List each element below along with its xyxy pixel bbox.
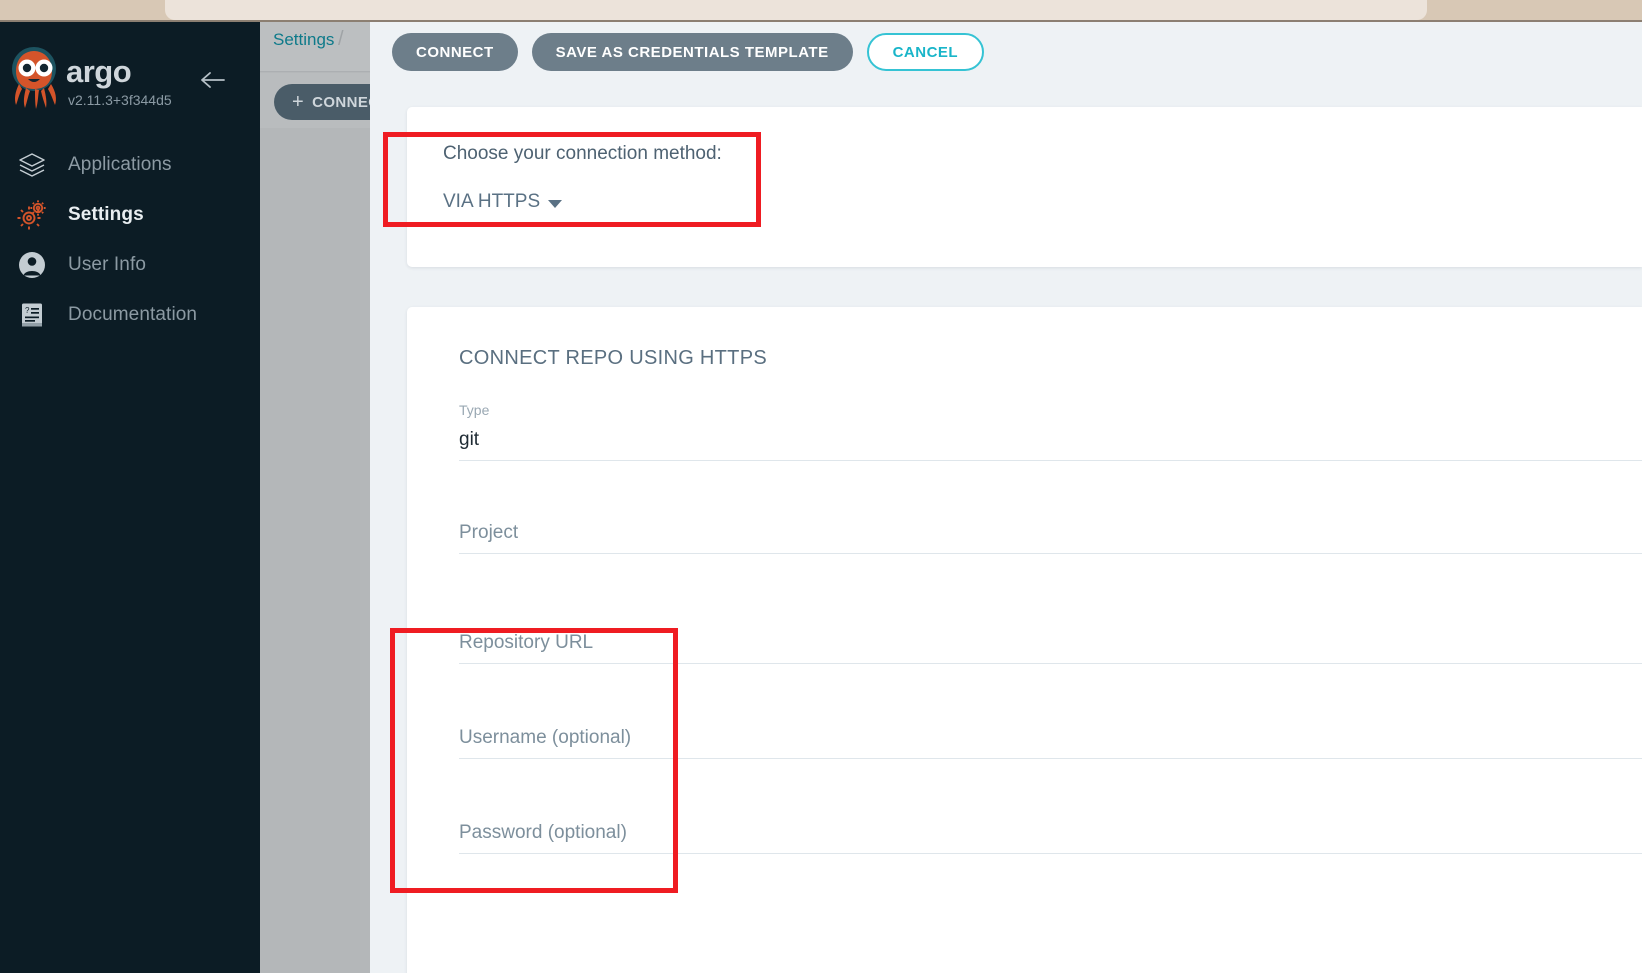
connection-method-card: Choose your connection method: VIA HTTPS bbox=[407, 107, 1642, 267]
password-field-label: Password (optional) bbox=[459, 822, 1642, 853]
form-section-title: CONNECT REPO USING HTTPS bbox=[459, 347, 767, 370]
brand-version: v2.11.3+3f344d5 bbox=[68, 92, 172, 108]
type-field-value: git bbox=[459, 429, 1642, 460]
breadcrumb[interactable]: Settings bbox=[273, 30, 334, 50]
sidebar: argo v2.11.3+3f344d5 bbox=[0, 22, 260, 973]
panel-body: Choose your connection method: VIA HTTPS… bbox=[370, 82, 1642, 973]
arrow-left-glyph bbox=[200, 70, 226, 90]
field-underline bbox=[459, 553, 1642, 554]
chevron-down-icon bbox=[548, 200, 562, 208]
project-field[interactable]: Project bbox=[459, 522, 1642, 554]
type-field[interactable]: Type git bbox=[459, 402, 1642, 461]
connection-method-dropdown[interactable]: VIA HTTPS bbox=[443, 191, 562, 213]
sidebar-item-label: Settings bbox=[68, 204, 144, 226]
sidebar-item-label: Applications bbox=[68, 154, 172, 176]
repository-url-field[interactable]: Repository URL bbox=[459, 632, 1642, 664]
sidebar-item-label: Documentation bbox=[68, 304, 197, 326]
layers-icon bbox=[14, 147, 50, 183]
connect-repo-form-card: CONNECT REPO USING HTTPS Type git Projec… bbox=[407, 307, 1642, 973]
arrow-left-icon[interactable] bbox=[196, 66, 230, 94]
connection-method-prompt: Choose your connection method: bbox=[443, 143, 722, 165]
screen-root: argo v2.11.3+3f344d5 bbox=[0, 0, 1642, 973]
browser-tab[interactable] bbox=[165, 0, 1427, 20]
sidebar-item-label: User Info bbox=[68, 254, 146, 276]
username-field[interactable]: Username (optional) bbox=[459, 727, 1642, 759]
sidebar-item-documentation[interactable]: ? Documentation bbox=[0, 290, 260, 340]
sidebar-item-applications[interactable]: Applications bbox=[0, 140, 260, 190]
dimmed-background-page bbox=[260, 22, 370, 973]
field-underline bbox=[459, 853, 1642, 854]
field-underline bbox=[459, 460, 1642, 461]
browser-chrome-bar bbox=[0, 0, 1642, 20]
plus-icon: + bbox=[292, 91, 304, 114]
brand-name: argo bbox=[66, 54, 131, 90]
argo-octopus-logo bbox=[8, 44, 62, 110]
document-icon: ? bbox=[14, 297, 50, 333]
sidebar-item-user-info[interactable]: User Info bbox=[0, 240, 260, 290]
connect-button[interactable]: CONNECT bbox=[392, 33, 518, 71]
svg-text:?: ? bbox=[25, 306, 30, 315]
breadcrumb-separator: / bbox=[338, 28, 344, 51]
connect-repo-panel: CONNECT SAVE AS CREDENTIALS TEMPLATE CAN… bbox=[370, 22, 1642, 973]
connection-method-value: VIA HTTPS bbox=[443, 191, 540, 213]
username-field-label: Username (optional) bbox=[459, 727, 1642, 758]
brand-block: argo v2.11.3+3f344d5 bbox=[0, 36, 260, 116]
password-field[interactable]: Password (optional) bbox=[459, 822, 1642, 854]
project-field-label: Project bbox=[459, 522, 1642, 553]
sidebar-item-settings[interactable]: Settings bbox=[0, 190, 260, 240]
repository-url-field-label: Repository URL bbox=[459, 632, 1642, 663]
gears-icon bbox=[14, 197, 50, 233]
field-underline bbox=[459, 663, 1642, 664]
user-circle-icon bbox=[14, 247, 50, 283]
save-as-credentials-template-button[interactable]: SAVE AS CREDENTIALS TEMPLATE bbox=[532, 33, 853, 71]
sidebar-nav: Applications Settings bbox=[0, 140, 260, 340]
type-field-label: Type bbox=[459, 402, 1642, 418]
field-underline bbox=[459, 758, 1642, 759]
argo-logo-svg bbox=[8, 44, 62, 110]
cancel-button[interactable]: CANCEL bbox=[867, 33, 985, 71]
panel-toolbar: CONNECT SAVE AS CREDENTIALS TEMPLATE CAN… bbox=[370, 22, 1642, 82]
